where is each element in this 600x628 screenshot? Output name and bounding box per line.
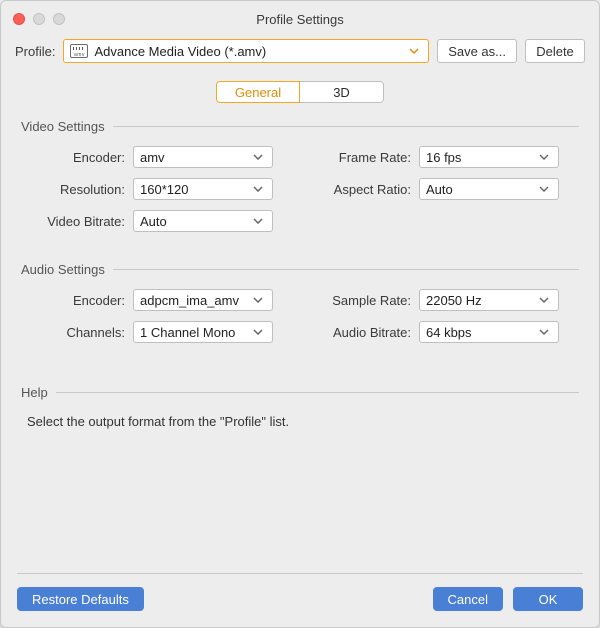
audio-encoder-label: Encoder: [27, 293, 133, 308]
resolution-label: Resolution: [27, 182, 133, 197]
audio-settings-title: Audio Settings [21, 262, 579, 277]
chevron-down-icon [250, 186, 266, 192]
zoom-icon [53, 13, 65, 25]
profile-settings-window: Profile Settings Profile: amv Advance Me… [0, 0, 600, 628]
profile-label: Profile: [15, 44, 55, 59]
video-settings-group: Video Settings Encoder: amv Frame Rate: … [21, 119, 579, 232]
aspect-ratio-select[interactable]: Auto [419, 178, 559, 200]
titlebar: Profile Settings [1, 1, 599, 37]
audio-bitrate-label: Audio Bitrate: [313, 325, 419, 340]
profile-select[interactable]: amv Advance Media Video (*.amv) [63, 39, 429, 63]
audio-settings-group: Audio Settings Encoder: adpcm_ima_amv Sa… [21, 262, 579, 343]
channels-select[interactable]: 1 Channel Mono [133, 321, 273, 343]
video-encoder-label: Encoder: [27, 150, 133, 165]
chevron-down-icon [536, 329, 552, 335]
video-encoder-select[interactable]: amv [133, 146, 273, 168]
chevron-down-icon [536, 186, 552, 192]
help-group: Help Select the output format from the "… [21, 385, 579, 429]
help-text: Select the output format from the "Profi… [27, 414, 579, 429]
chevron-down-icon [250, 154, 266, 160]
profile-row: Profile: amv Advance Media Video (*.amv)… [1, 39, 599, 63]
amv-file-icon: amv [70, 44, 88, 58]
aspect-ratio-label: Aspect Ratio: [313, 182, 419, 197]
save-as-button[interactable]: Save as... [437, 39, 517, 63]
window-title: Profile Settings [1, 12, 599, 27]
frame-rate-label: Frame Rate: [313, 150, 419, 165]
delete-button[interactable]: Delete [525, 39, 585, 63]
restore-defaults-button[interactable]: Restore Defaults [17, 587, 144, 611]
ok-button[interactable]: OK [513, 587, 583, 611]
sample-rate-select[interactable]: 22050 Hz [419, 289, 559, 311]
cancel-button[interactable]: Cancel [433, 587, 503, 611]
tab-segment: General 3D [216, 81, 384, 103]
video-settings-title: Video Settings [21, 119, 579, 134]
sample-rate-label: Sample Rate: [313, 293, 419, 308]
tab-general[interactable]: General [216, 81, 300, 103]
chevron-down-icon [406, 48, 422, 54]
profile-select-value: Advance Media Video (*.amv) [94, 44, 400, 59]
close-icon[interactable] [13, 13, 25, 25]
chevron-down-icon [250, 297, 266, 303]
audio-fields: Encoder: adpcm_ima_amv Sample Rate: 2205… [27, 289, 579, 343]
window-controls [1, 13, 65, 25]
video-bitrate-select[interactable]: Auto [133, 210, 273, 232]
channels-label: Channels: [27, 325, 133, 340]
chevron-down-icon [536, 154, 552, 160]
resolution-select[interactable]: 160*120 [133, 178, 273, 200]
audio-bitrate-select[interactable]: 64 kbps [419, 321, 559, 343]
chevron-down-icon [536, 297, 552, 303]
video-bitrate-label: Video Bitrate: [27, 214, 133, 229]
frame-rate-select[interactable]: 16 fps [419, 146, 559, 168]
video-fields: Encoder: amv Frame Rate: 16 fps Resoluti… [27, 146, 579, 232]
help-title: Help [21, 385, 579, 400]
chevron-down-icon [250, 218, 266, 224]
chevron-down-icon [250, 329, 266, 335]
tab-3d[interactable]: 3D [300, 81, 384, 103]
audio-encoder-select[interactable]: adpcm_ima_amv [133, 289, 273, 311]
tabs: General 3D [1, 81, 599, 103]
footer: Restore Defaults Cancel OK [1, 573, 599, 627]
minimize-icon [33, 13, 45, 25]
